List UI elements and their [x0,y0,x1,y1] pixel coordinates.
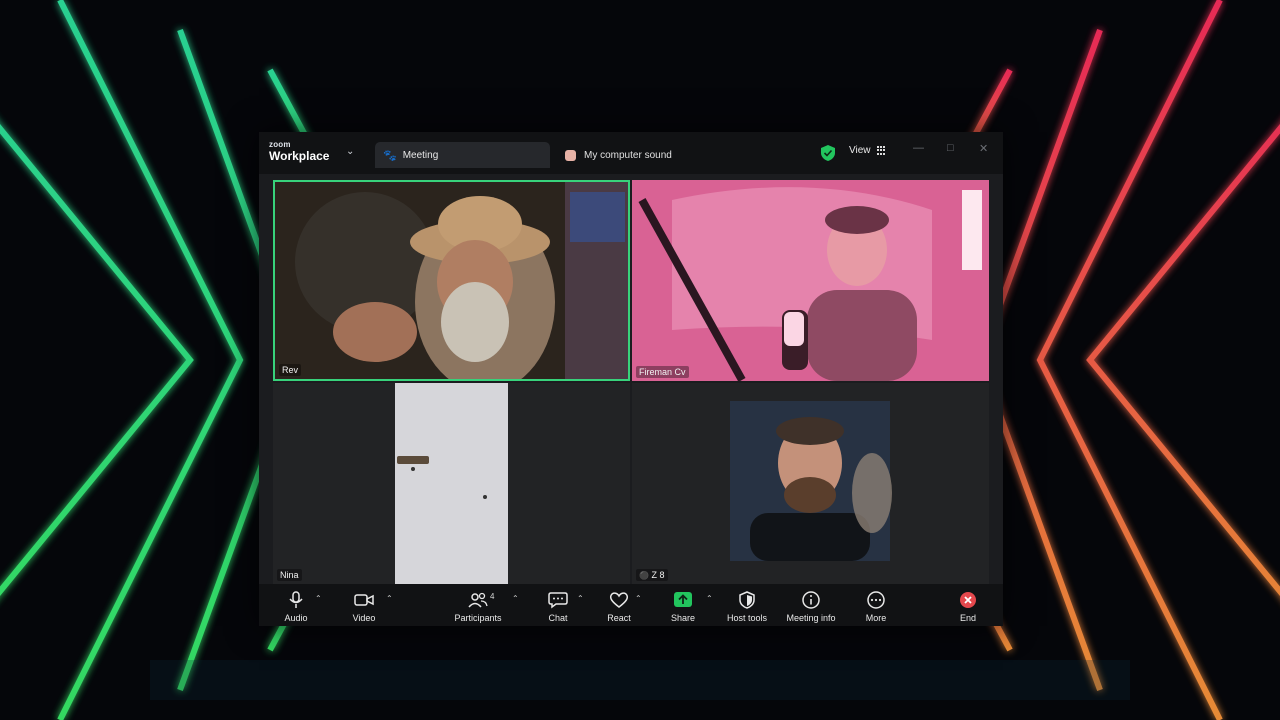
chat-label: Chat [548,613,568,623]
react-button[interactable]: React [604,584,634,626]
host-tools-label: Host tools [726,613,768,623]
participant-name: ⚫ Z 8 [636,569,668,581]
tab-meeting-label: Meeting [402,149,439,161]
share-label: Share [670,613,696,623]
end-meeting-button[interactable]: End [953,584,983,626]
meeting-toolbar: Audio ⌃ Video ⌃ Participants 4 ⌃ Chat ⌃ … [259,584,1003,626]
heart-icon [609,592,629,608]
sound-app-icon [565,149,576,161]
video-feed-rev [275,182,628,379]
audio-options-caret[interactable]: ⌃ [315,594,322,603]
audio-label: Audio [284,613,308,623]
video-tile-nina[interactable]: Nina [273,383,630,584]
participant-name-text: Z 8 [651,570,665,580]
app-brand[interactable]: zoom Workplace [269,140,330,163]
chat-button[interactable]: Chat [543,584,573,626]
video-tile-fireman-cv[interactable]: Fireman Cv [632,180,989,381]
minimize-icon[interactable]: — [913,142,924,154]
view-button[interactable]: View [849,145,887,156]
close-icon[interactable]: ✕ [979,142,988,155]
maximize-icon[interactable]: □ [947,142,954,154]
info-icon [802,591,820,609]
view-label: View [849,145,871,156]
share-button[interactable]: Share [668,584,698,626]
participants-options-caret[interactable]: ⌃ [512,594,519,603]
react-label: React [607,613,631,623]
meeting-info-label: Meeting info [786,613,836,623]
share-options-caret[interactable]: ⌃ [706,594,713,603]
participants-icon [468,592,488,608]
grid-icon [876,145,887,156]
video-button[interactable]: Video [349,584,379,626]
tab-computer-sound[interactable]: My computer sound [565,142,672,168]
video-tile-z8[interactable]: ⚫ Z 8 [632,383,989,584]
more-icon [867,591,885,609]
host-tools-button[interactable]: Host tools [725,584,769,626]
tab-meeting[interactable]: 🐾 Meeting [375,142,550,168]
shield-icon [739,591,755,609]
video-feed-nina [273,383,630,584]
participants-count: 4 [490,592,495,601]
chevron-down-icon[interactable]: ⌄ [346,146,354,157]
security-shield-icon[interactable] [821,145,835,161]
video-feed-fireman-cv [632,180,989,381]
meeting-info-button[interactable]: Meeting info [784,584,838,626]
participant-name: Rev [279,364,302,376]
video-label: Video [352,613,376,623]
end-label: End [959,613,976,623]
video-tile-rev[interactable]: Rev [273,180,630,381]
microphone-icon [289,591,303,608]
participants-label: Participants [454,613,502,623]
camera-icon [354,594,374,606]
end-icon [960,592,976,608]
chat-options-caret[interactable]: ⌃ [577,594,584,603]
participant-name: Nina [277,569,302,581]
share-screen-icon [674,592,692,607]
tab-sound-label: My computer sound [584,149,672,161]
audio-button[interactable]: Audio [281,584,311,626]
participant-name: Fireman Cv [636,366,689,378]
brand-zoom: zoom [269,140,291,149]
react-options-caret[interactable]: ⌃ [635,594,642,603]
video-options-caret[interactable]: ⌃ [386,594,393,603]
more-label: More [865,613,887,623]
zoom-window: zoom Workplace ⌄ 🐾 Meeting My computer s… [259,132,1003,626]
more-button[interactable]: More [861,584,891,626]
chat-icon [548,592,568,609]
participants-button[interactable]: Participants [453,584,503,626]
title-bar: zoom Workplace ⌄ 🐾 Meeting My computer s… [259,132,1003,174]
paw-icon: 🐾 [383,149,397,162]
muted-mic-icon: ⚫ [639,571,649,580]
brand-workplace: Workplace [269,149,330,163]
video-feed-z8 [632,383,989,584]
